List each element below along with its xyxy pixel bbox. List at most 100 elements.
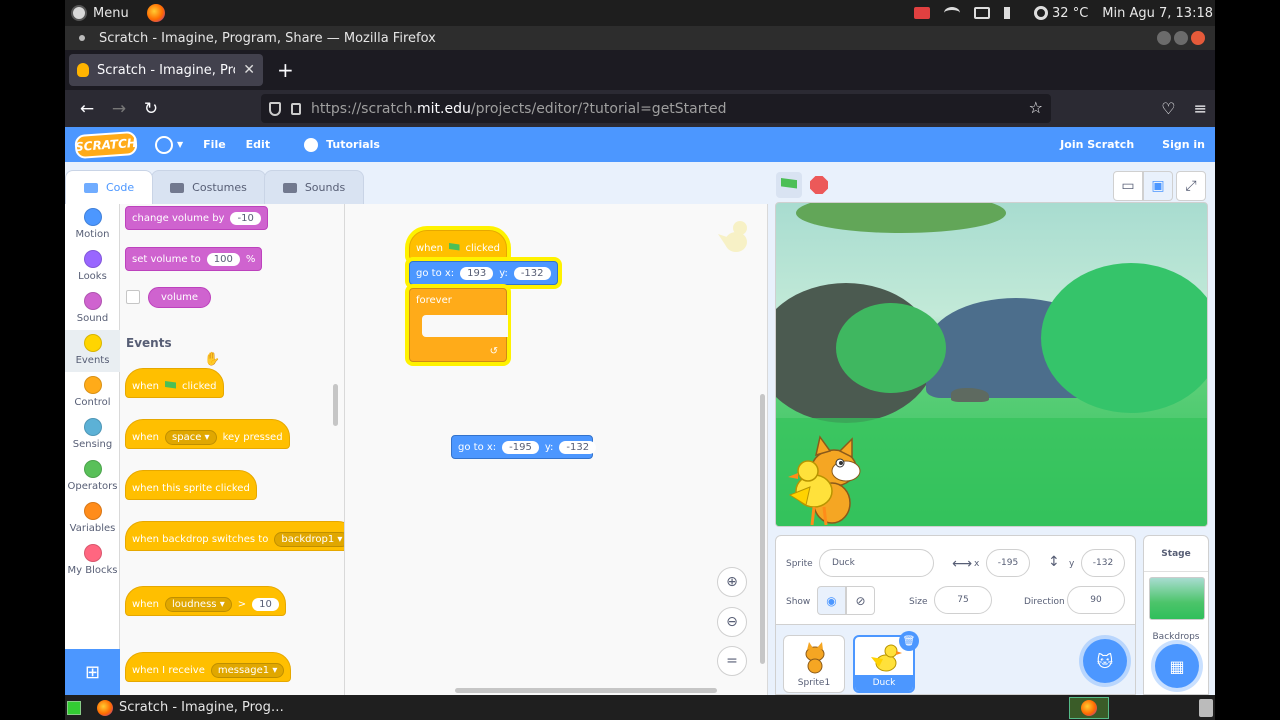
show-hidden-button[interactable]: ⊘ (846, 586, 875, 615)
tab-sounds[interactable]: Sounds (263, 170, 365, 204)
category-my-blocks[interactable]: My Blocks (65, 540, 120, 582)
file-menu[interactable]: File (203, 138, 226, 151)
category-operators[interactable]: Operators (65, 456, 120, 498)
join-scratch-link[interactable]: Join Scratch (1060, 138, 1134, 151)
forward-icon[interactable]: → (103, 93, 135, 125)
category-sensing[interactable]: Sensing (65, 414, 120, 456)
block-input[interactable]: -10 (230, 211, 261, 225)
cat-and-duck-sprites[interactable] (784, 433, 864, 527)
tracking-shield-icon[interactable] (269, 101, 281, 116)
zoom-out-button[interactable]: ⊖ (717, 607, 747, 637)
wifi-icon[interactable] (944, 7, 961, 19)
choose-backdrop-button[interactable]: ▦ (1155, 644, 1199, 688)
loose-go-to-xy-block[interactable]: go to x: -195 y: -132 (451, 435, 597, 459)
direction-input[interactable]: 90 (1067, 586, 1125, 614)
category-variables[interactable]: Variables (65, 498, 120, 540)
workspace-switcher[interactable] (1069, 696, 1109, 719)
zoom-reset-button[interactable]: = (717, 646, 747, 676)
pocket-icon[interactable]: ♡ (1161, 99, 1175, 118)
block-input[interactable]: -195 (502, 440, 539, 454)
x-input[interactable]: -195 (986, 549, 1030, 577)
back-icon[interactable]: ← (71, 93, 103, 125)
chevron-down-icon[interactable]: ▼ (177, 140, 183, 149)
category-control[interactable]: Control (65, 372, 120, 414)
backdrop-dropdown[interactable]: backdrop1 ▾ (274, 531, 344, 547)
script-stack[interactable]: when clicked go to x: 193 y: -132 foreve… (409, 230, 558, 368)
choose-sprite-button[interactable]: 🐱 (1083, 639, 1127, 683)
record-icon[interactable] (914, 7, 931, 19)
delete-sprite-icon[interactable]: 🗑 (899, 631, 919, 651)
taskbar-window-button[interactable]: Scratch - Imagine, Prog… (119, 700, 284, 715)
sign-in-link[interactable]: Sign in (1162, 138, 1205, 151)
block-when-sprite-clicked[interactable]: when this sprite clicked (125, 470, 257, 500)
palette-scrollbar[interactable] (333, 384, 338, 426)
category-motion[interactable]: Motion (65, 204, 120, 246)
new-tab-icon[interactable]: + (277, 58, 294, 82)
url-bar[interactable]: https://scratch.mit.edu/projects/editor/… (261, 94, 1051, 123)
small-stage-button[interactable]: ▭ (1113, 171, 1143, 201)
show-desktop-icon[interactable] (67, 700, 81, 715)
block-set-volume[interactable]: set volume to 100 % (125, 247, 263, 271)
edit-menu[interactable]: Edit (246, 138, 270, 151)
block-input[interactable]: 10 (252, 597, 279, 611)
add-extension-button[interactable]: ⊞ (65, 649, 120, 695)
reload-icon[interactable]: ↻ (135, 93, 167, 125)
block-when-i-receive[interactable]: when I receive message1 ▾ (125, 652, 292, 682)
script-area-vscrollbar[interactable] (760, 394, 765, 664)
message-dropdown[interactable]: message1 ▾ (210, 662, 285, 678)
browser-tab[interactable]: Scratch - Imagine, Program, Share ✕ (69, 54, 263, 86)
green-flag-button[interactable] (776, 172, 802, 198)
show-visible-button[interactable]: ◉ (817, 586, 846, 615)
block-volume-reporter[interactable]: volume (148, 287, 212, 308)
clock[interactable]: Min Agu 7, 13:18 (1102, 6, 1213, 21)
scratch-logo[interactable]: SCRATCH (74, 130, 138, 159)
firefox-task-icon[interactable] (97, 699, 113, 716)
volume-checkbox[interactable] (126, 290, 140, 304)
close-window-icon[interactable] (1191, 31, 1205, 45)
tutorials-bulb-icon[interactable] (304, 137, 319, 152)
tab-code[interactable]: Code (65, 170, 154, 204)
category-sound[interactable]: Sound (65, 288, 120, 330)
close-tab-icon[interactable]: ✕ (243, 62, 255, 78)
block-when-flag-clicked[interactable]: when clicked (125, 368, 224, 398)
hamburger-menu-icon[interactable]: ≡ (1194, 99, 1207, 118)
script-when-flag-clicked[interactable]: when clicked (409, 230, 507, 260)
weather-icon[interactable] (1034, 6, 1049, 20)
block-when-loudness[interactable]: when loudness ▾ > 10 (125, 586, 286, 616)
minimize-icon[interactable] (1157, 31, 1171, 45)
volume-icon[interactable] (1004, 7, 1020, 19)
zoom-in-button[interactable]: ⊕ (717, 567, 747, 597)
stage-canvas[interactable] (775, 202, 1208, 527)
size-input[interactable]: 75 (934, 586, 992, 614)
fullscreen-button[interactable]: ⤢ (1176, 171, 1206, 201)
block-when-key-pressed[interactable]: when space ▾ key pressed (125, 419, 290, 449)
tutorials-button[interactable]: Tutorials (326, 138, 380, 151)
sprite-name-input[interactable]: Duck (819, 549, 934, 577)
firefox-launcher-icon[interactable] (146, 4, 165, 22)
script-forever[interactable]: forever ↺ (409, 288, 508, 362)
language-globe-icon[interactable] (155, 135, 173, 154)
os-menu-button[interactable]: Menu (65, 5, 129, 21)
battery-icon[interactable] (974, 7, 991, 19)
trash-icon[interactable] (1199, 698, 1213, 717)
block-when-backdrop-switches[interactable]: when backdrop switches to backdrop1 ▾ (125, 521, 344, 551)
sprite-thumb-duck[interactable]: Duck 🗑 (853, 631, 919, 693)
block-input[interactable]: -132 (559, 440, 597, 454)
stage-selector[interactable]: Stage Backdrops ▦ (1143, 535, 1209, 695)
block-input[interactable]: -132 (513, 266, 551, 280)
y-input[interactable]: -132 (1081, 549, 1125, 577)
tab-costumes[interactable]: Costumes (151, 170, 266, 204)
script-area-hscrollbar[interactable] (455, 688, 717, 693)
script-go-to-xy[interactable]: go to x: 193 y: -132 (409, 261, 558, 285)
key-dropdown[interactable]: space ▾ (165, 429, 217, 445)
block-input[interactable]: 193 (460, 266, 494, 280)
loudness-dropdown[interactable]: loudness ▾ (165, 596, 232, 612)
category-events[interactable]: Events (65, 330, 120, 372)
category-looks[interactable]: Looks (65, 246, 120, 288)
stop-button[interactable] (806, 172, 832, 198)
block-input[interactable]: 100 (206, 252, 240, 266)
sprite-thumb-sprite1[interactable]: Sprite1 (783, 635, 845, 693)
block-change-volume[interactable]: change volume by -10 (125, 206, 268, 230)
normal-stage-button[interactable]: ▣ (1143, 171, 1173, 201)
bookmark-star-icon[interactable]: ☆ (1029, 98, 1043, 117)
